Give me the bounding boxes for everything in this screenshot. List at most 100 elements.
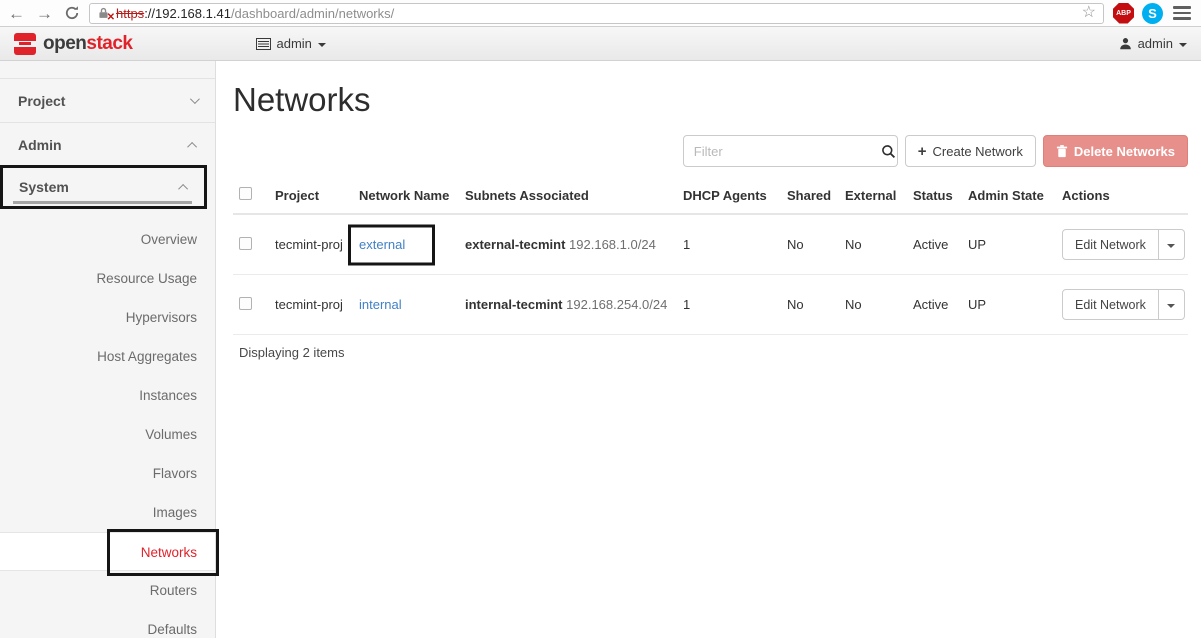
row-actions-dropdown[interactable] xyxy=(1157,290,1184,319)
user-menu-dropdown[interactable]: admin xyxy=(1119,36,1187,51)
network-link-external[interactable]: external xyxy=(359,237,405,252)
broken-ssl-lock-icon[interactable]: ✕ xyxy=(97,6,115,23)
cell-admin-state: UP xyxy=(962,274,1056,335)
cell-dhcp-agents: 1 xyxy=(677,274,781,335)
adblock-extension-icon[interactable]: ABP xyxy=(1113,2,1134,24)
main-content: Networks + Create Network xyxy=(216,61,1201,638)
cell-project: tecmint-proj xyxy=(269,214,353,275)
table-footer-count: Displaying 2 items xyxy=(239,345,345,360)
page-title: Networks xyxy=(233,81,371,118)
sidebar-section-system-label: System xyxy=(19,179,69,195)
back-icon[interactable]: ← xyxy=(8,5,25,22)
url-path: /dashboard/admin/networks/ xyxy=(230,5,395,21)
sidebar-section-system annotation-box-system[interactable]: System xyxy=(0,165,207,209)
sidebar-item-routers[interactable]: Routers xyxy=(0,571,215,610)
cell-status: Active xyxy=(907,274,962,335)
search-icon[interactable] xyxy=(880,144,897,159)
sidebar-section-admin-label: Admin xyxy=(18,137,62,153)
openstack-brand[interactable]: openstack xyxy=(14,32,133,55)
project-selector-dropdown[interactable]: admin xyxy=(255,36,326,51)
col-header-status[interactable]: Status xyxy=(907,177,962,215)
forward-icon[interactable]: → xyxy=(36,5,53,22)
delete-networks-label: Delete Networks xyxy=(1073,143,1175,159)
url-text[interactable]: https://192.168.1.41/dashboard/admin/net… xyxy=(116,6,394,21)
sidebar-item-instances[interactable]: Instances xyxy=(0,376,215,415)
cell-dhcp-agents: 1 xyxy=(677,214,781,275)
browser-menu-icon[interactable] xyxy=(1173,6,1191,20)
sidebar-section-project[interactable]: Project xyxy=(0,79,215,123)
project-selector-label: admin xyxy=(276,36,312,51)
browser-toolbar: ← → ✕ https://192.168.1.41/dashboard/adm… xyxy=(0,0,1201,27)
cell-external: No xyxy=(839,214,907,275)
sidebar-item-hypervisors[interactable]: Hypervisors xyxy=(0,298,215,337)
sidebar-section-project-label: Project xyxy=(18,92,66,109)
system-active-underline xyxy=(13,201,192,204)
bookmark-star-icon[interactable]: ☆ xyxy=(1082,5,1096,21)
cell-project: tecmint-proj xyxy=(269,274,353,335)
chevron-down-icon xyxy=(1167,243,1176,248)
table-row: tecmint-proj internal internal-tecmint 1… xyxy=(233,274,1188,335)
user-icon xyxy=(1119,38,1131,50)
sidebar: Project Admin System Overview Resource U… xyxy=(0,61,219,639)
network-link-internal[interactable]: internal xyxy=(359,297,402,312)
col-header-dhcp-agents[interactable]: DHCP Agents xyxy=(677,177,781,215)
brand-stack: stack xyxy=(86,32,133,54)
col-header-project[interactable]: Project xyxy=(269,177,353,215)
sidebar-item-flavors[interactable]: Flavors xyxy=(0,454,215,493)
sidebar-item-images[interactable]: Images xyxy=(0,493,215,532)
select-all-checkbox[interactable] xyxy=(239,187,252,200)
openstack-logo-icon xyxy=(14,32,36,55)
sidebar-item-networks[interactable]: Networks xyxy=(0,529,219,576)
col-header-actions: Actions xyxy=(1056,177,1188,215)
edit-network-button[interactable]: Edit Network xyxy=(1063,230,1158,259)
sidebar-item-volumes[interactable]: Volumes xyxy=(0,415,215,454)
table-header-row: Project Network Name Subnets Associated … xyxy=(233,177,1188,215)
col-header-admin-state[interactable]: Admin State xyxy=(962,177,1056,215)
chevron-up-icon xyxy=(178,183,189,194)
cell-subnets: internal-tecmint 192.168.254.0/24 xyxy=(459,274,677,335)
row-checkbox[interactable] xyxy=(239,236,252,250)
sidebar-item-overview[interactable]: Overview xyxy=(0,220,215,259)
sidebar-item-defaults[interactable]: Defaults xyxy=(0,610,215,639)
chevron-down-icon xyxy=(1167,303,1176,308)
sidebar-item-host-aggregates[interactable]: Host Aggregates xyxy=(0,337,215,376)
filter-group xyxy=(682,135,898,167)
cell-external: No xyxy=(839,274,907,335)
cell-status: Active xyxy=(907,214,962,275)
chevron-down-icon xyxy=(189,94,200,105)
sidebar-item-resource-usage[interactable]: Resource Usage xyxy=(0,259,215,298)
skype-extension-icon[interactable]: S xyxy=(1142,2,1163,24)
address-bar[interactable]: ✕ https://192.168.1.41/dashboard/admin/n… xyxy=(89,2,1104,24)
user-menu-label: admin xyxy=(1137,36,1173,51)
networks-table: Project Network Name Subnets Associated … xyxy=(233,177,1188,335)
url-host: ://192.168.1.41 xyxy=(144,5,231,21)
app-header: openstack admin admin xyxy=(0,27,1201,61)
cell-subnets: external-tecmint 192.168.1.0/24 xyxy=(459,214,677,275)
brand-open: open xyxy=(43,32,87,54)
chevron-down-icon xyxy=(1179,42,1187,47)
table-row: tecmint-proj external external-tecmint 1… xyxy=(233,214,1188,275)
col-header-subnets[interactable]: Subnets Associated xyxy=(459,177,677,215)
list-icon xyxy=(255,37,271,50)
row-actions-dropdown[interactable] xyxy=(1157,230,1184,259)
plus-icon: + xyxy=(917,142,927,160)
reload-icon[interactable] xyxy=(64,5,80,21)
col-header-external[interactable]: External xyxy=(839,177,907,215)
filter-input[interactable] xyxy=(683,143,880,159)
trash-icon xyxy=(1056,144,1067,157)
edit-network-split-button: Edit Network xyxy=(1062,289,1185,320)
col-header-network-name[interactable]: Network Name xyxy=(353,177,459,215)
sidebar-top-strip xyxy=(0,61,215,79)
sidebar-nav-list: Overview Resource Usage Hypervisors Host… xyxy=(0,220,219,639)
delete-networks-button[interactable]: Delete Networks xyxy=(1042,135,1188,167)
row-checkbox[interactable] xyxy=(239,296,252,310)
chevron-up-icon xyxy=(187,141,198,152)
cell-shared: No xyxy=(781,274,839,335)
cell-admin-state: UP xyxy=(962,214,1056,275)
chevron-down-icon xyxy=(317,42,326,47)
create-network-button[interactable]: + Create Network xyxy=(904,135,1036,167)
edit-network-button[interactable]: Edit Network xyxy=(1063,290,1158,319)
sidebar-section-admin[interactable]: Admin xyxy=(0,123,215,167)
col-header-shared[interactable]: Shared xyxy=(781,177,839,215)
url-scheme: https xyxy=(116,5,145,21)
